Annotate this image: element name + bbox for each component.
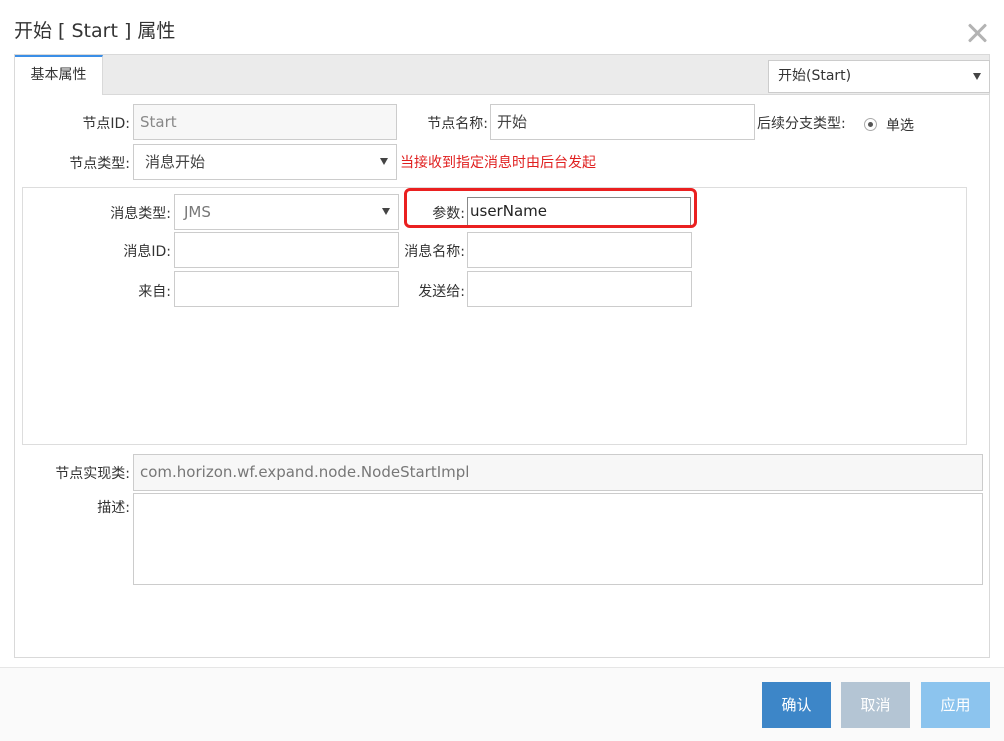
cancel-button[interactable]: 取消: [841, 682, 910, 728]
message-name-label: 消息名称:: [404, 244, 465, 260]
send-to-label: 发送给:: [418, 284, 465, 300]
dialog-title: 开始 [ Start ] 属性: [14, 20, 176, 42]
message-name-field[interactable]: [467, 232, 692, 268]
message-id-field[interactable]: [174, 232, 399, 268]
description-textarea[interactable]: [133, 493, 983, 585]
branch-single-radio[interactable]: [864, 118, 877, 131]
apply-button[interactable]: 应用: [921, 682, 990, 728]
branch-type-label: 后续分支类型:: [757, 116, 846, 132]
message-type-value: JMS: [184, 203, 211, 221]
description-label: 描述:: [97, 500, 130, 516]
node-selector-dropdown[interactable]: 开始(Start): [768, 60, 990, 93]
node-type-hint: 当接收到指定消息时由后台发起: [400, 155, 596, 171]
message-id-label: 消息ID:: [123, 244, 171, 260]
message-type-select[interactable]: JMS: [174, 194, 399, 230]
chevron-down-icon: [382, 208, 390, 215]
chevron-down-icon: [973, 72, 981, 80]
node-selector-value: 开始(Start): [778, 68, 852, 84]
impl-class-field[interactable]: com.horizon.wf.expand.node.NodeStartImpl: [133, 454, 983, 491]
node-type-select[interactable]: 消息开始: [133, 144, 397, 180]
chevron-down-icon: [380, 158, 388, 165]
node-type-label: 节点类型:: [69, 156, 130, 172]
from-label: 来自:: [138, 284, 171, 300]
tab-bar: 基本属性 开始(Start): [15, 55, 990, 95]
confirm-button[interactable]: 确认: [762, 682, 831, 728]
node-id-label: 节点ID:: [82, 116, 130, 132]
node-type-value: 消息开始: [145, 153, 206, 171]
impl-class-label: 节点实现类:: [55, 466, 130, 482]
from-field[interactable]: [174, 271, 399, 307]
node-id-field[interactable]: Start: [133, 104, 397, 140]
node-name-label: 节点名称:: [427, 116, 488, 132]
tab-basic-properties[interactable]: 基本属性: [15, 55, 103, 95]
close-icon[interactable]: [964, 20, 990, 46]
param-highlight-box: [404, 188, 697, 228]
dialog-titlebar: 开始 [ Start ] 属性: [0, 0, 1004, 52]
branch-single-label: 单选: [886, 118, 914, 134]
node-name-field[interactable]: 开始: [490, 104, 755, 140]
message-type-label: 消息类型:: [110, 206, 171, 222]
send-to-field[interactable]: [467, 271, 692, 307]
